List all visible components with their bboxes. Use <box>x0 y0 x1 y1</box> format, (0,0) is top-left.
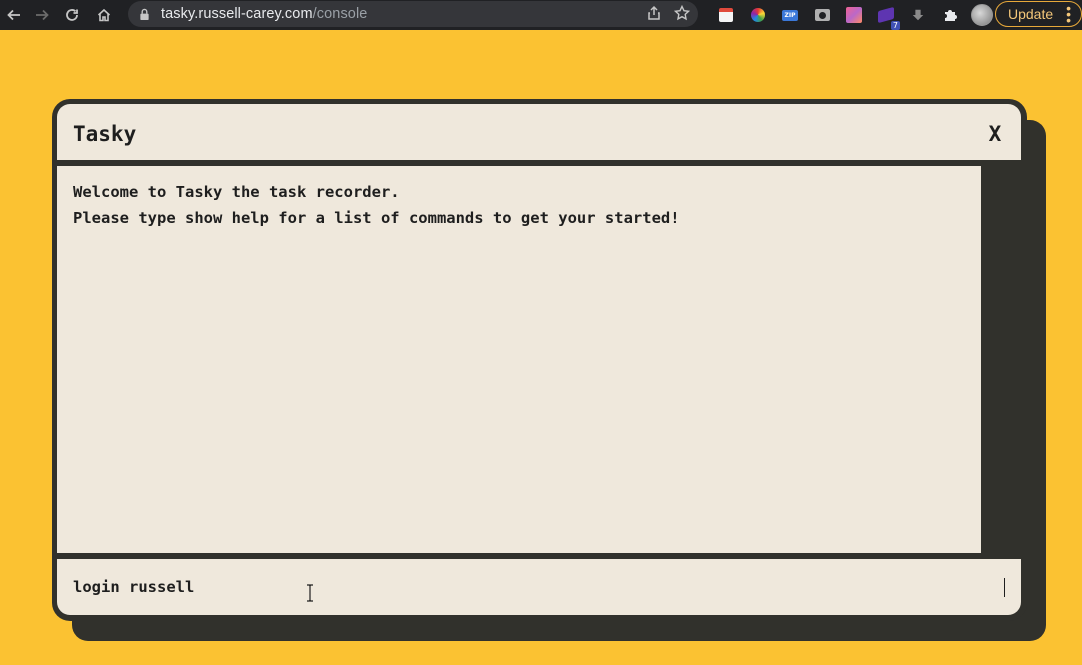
reload-icon[interactable] <box>58 2 86 28</box>
update-button[interactable]: Update • • • <box>995 1 1082 27</box>
output-line: Welcome to Tasky the task recorder. <box>73 183 400 201</box>
more-menu-icon[interactable]: • • • <box>1066 1 1071 27</box>
close-button[interactable]: X <box>985 122 1005 146</box>
url-path: /console <box>312 6 368 22</box>
url-host: tasky.russell-carey.com <box>161 6 313 22</box>
calendar-ext-icon[interactable] <box>710 3 742 27</box>
forward-icon[interactable] <box>28 2 56 28</box>
download-ext-icon[interactable] <box>902 3 934 27</box>
gradient-ext-icon[interactable] <box>838 3 870 27</box>
url-text: tasky.russell-carey.com/console <box>161 6 367 22</box>
puzzle-ext-icon[interactable] <box>934 3 966 27</box>
browser-toolbar: tasky.russell-carey.com/console ZIP 7 Up… <box>0 0 1082 30</box>
console-output: Welcome to Tasky the task recorder. Plea… <box>57 166 981 553</box>
color-wheel-ext-icon[interactable] <box>742 3 774 27</box>
address-bar[interactable]: tasky.russell-carey.com/console <box>128 1 698 27</box>
extension-badge: 7 <box>890 21 900 30</box>
stack-ext-icon[interactable]: 7 <box>870 3 902 30</box>
camera-ext-icon[interactable] <box>806 3 838 27</box>
text-caret <box>1004 577 1005 597</box>
avatar[interactable] <box>966 3 998 27</box>
command-input-row[interactable]: login russell <box>57 559 1021 615</box>
share-icon[interactable] <box>646 5 662 25</box>
lock-icon <box>139 8 153 21</box>
command-input[interactable]: login russell <box>73 578 1003 596</box>
ibeam-cursor-icon <box>305 584 315 602</box>
zip-ext-icon[interactable]: ZIP <box>774 3 806 27</box>
bookmark-star-icon[interactable] <box>673 4 691 25</box>
console-title: Tasky <box>73 122 137 146</box>
console-window: Tasky X Welcome to Tasky the task record… <box>52 99 1027 621</box>
output-line: Please type show help for a list of comm… <box>73 209 680 227</box>
update-label: Update <box>1008 6 1054 22</box>
console-header: Tasky X <box>57 104 1021 160</box>
home-icon[interactable] <box>90 2 118 28</box>
scrollbar-track[interactable] <box>981 166 1021 553</box>
back-icon[interactable] <box>0 2 28 28</box>
